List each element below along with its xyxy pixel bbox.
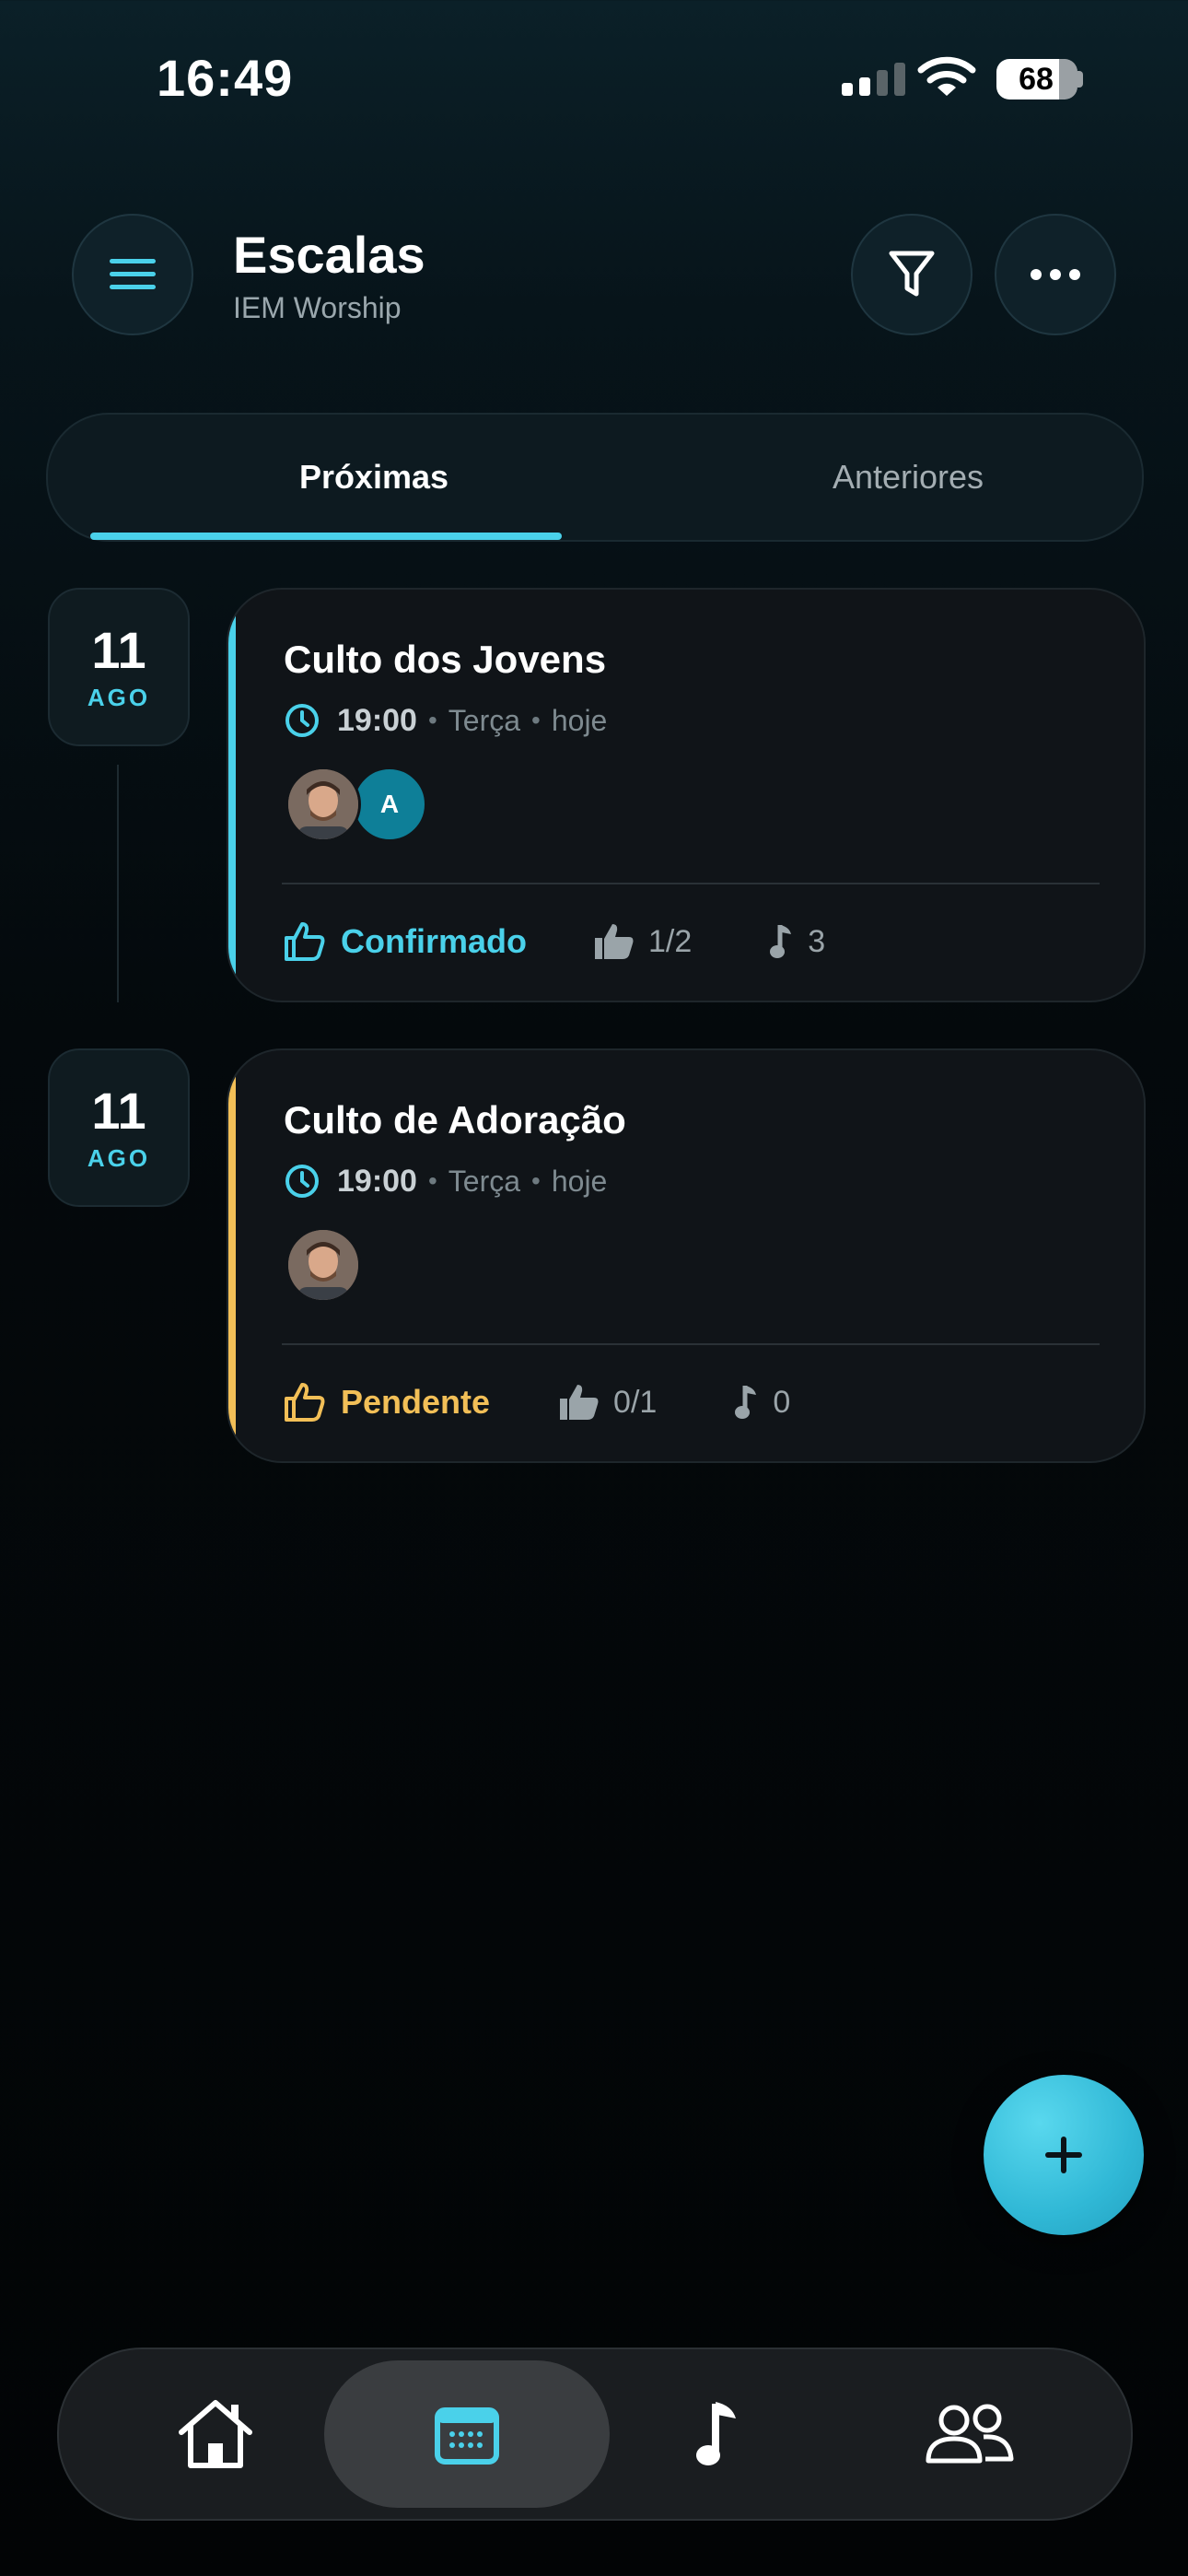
status-pending[interactable]: Pendente (284, 1382, 490, 1423)
hamburger-icon (110, 259, 156, 289)
event-weekday: Terça (448, 703, 521, 737)
thumbs-up-icon (560, 1385, 599, 1420)
music-note-icon (735, 1386, 757, 1419)
music-note-icon (770, 925, 792, 958)
date-month: AGO (87, 683, 151, 711)
nav-home[interactable] (96, 2349, 335, 2519)
page-title: Escalas (233, 226, 425, 284)
event-card[interactable]: Culto dos Jovens 19:00 • Terça • hoje A (227, 588, 1146, 1002)
event-title: Culto de Adoração (284, 1098, 626, 1142)
music-note-icon (696, 2402, 736, 2465)
thumbs-up-outline-icon (285, 922, 325, 961)
avatar-initial: A (352, 767, 427, 842)
event-time: 19:00 (337, 702, 417, 738)
tab-anteriores[interactable]: Anteriores (623, 415, 1188, 540)
event-when: hoje (551, 1164, 608, 1198)
plus-icon (1045, 2137, 1082, 2173)
date-day: 11 (91, 620, 146, 679)
active-tab-indicator (90, 533, 562, 540)
event-title: Culto dos Jovens (284, 638, 607, 681)
status-time: 16:49 (157, 49, 294, 107)
clock-icon (285, 704, 319, 737)
home-icon (179, 2400, 252, 2468)
event-meta: 19:00 • Terça • hoje (284, 702, 607, 739)
date-badge: 11 AGO (48, 588, 190, 746)
nav-escalas[interactable] (347, 2349, 587, 2519)
event-when: hoje (551, 703, 608, 737)
page-subtitle: IEM Worship (233, 291, 402, 324)
avatar (285, 1227, 361, 1303)
battery-indicator: 68 (996, 59, 1077, 100)
add-escala-button[interactable] (984, 2075, 1144, 2235)
people-icon (926, 2404, 1014, 2464)
clock-icon (285, 1165, 319, 1198)
tabs-bar: Próximas Anteriores (46, 413, 1144, 542)
avatar (285, 767, 361, 842)
filter-button[interactable] (851, 214, 973, 335)
nav-membros[interactable] (849, 2349, 1089, 2519)
date-month: AGO (87, 1143, 151, 1172)
card-footer: Pendente 0/1 0 (284, 1375, 790, 1430)
participants: A (285, 767, 427, 842)
songs-count: 0 (734, 1384, 790, 1421)
card-accent (228, 590, 236, 1001)
nav-musicas[interactable] (598, 2349, 837, 2519)
event-card[interactable]: Culto de Adoração 19:00 • Terça • hoje P… (227, 1048, 1146, 1463)
songs-count: 3 (769, 923, 825, 960)
event-meta: 19:00 • Terça • hoje (284, 1163, 607, 1200)
tab-proximas[interactable]: Próximas (92, 415, 656, 540)
status-confirmed[interactable]: Confirmado (284, 921, 527, 962)
bottom-nav (57, 2348, 1133, 2521)
date-day: 11 (91, 1081, 146, 1140)
confirmations-count: 0/1 (558, 1383, 657, 1422)
calendar-icon (435, 2407, 499, 2465)
thumbs-up-outline-icon (285, 1383, 325, 1422)
signal-icon (842, 63, 905, 96)
wifi-icon (917, 55, 976, 104)
more-icon (1031, 269, 1080, 280)
filter-icon (889, 251, 935, 297)
confirmations-count: 1/2 (593, 922, 692, 961)
card-footer: Confirmado 1/2 3 (284, 914, 825, 969)
menu-button[interactable] (72, 214, 193, 335)
date-badge: 11 AGO (48, 1048, 190, 1207)
event-time: 19:00 (337, 1163, 417, 1199)
battery-nub (1077, 71, 1083, 88)
timeline-connector (117, 765, 119, 1002)
event-weekday: Terça (448, 1164, 521, 1198)
participants (285, 1227, 361, 1303)
thumbs-up-icon (595, 924, 634, 959)
more-options-button[interactable] (995, 214, 1116, 335)
card-accent (228, 1050, 236, 1461)
